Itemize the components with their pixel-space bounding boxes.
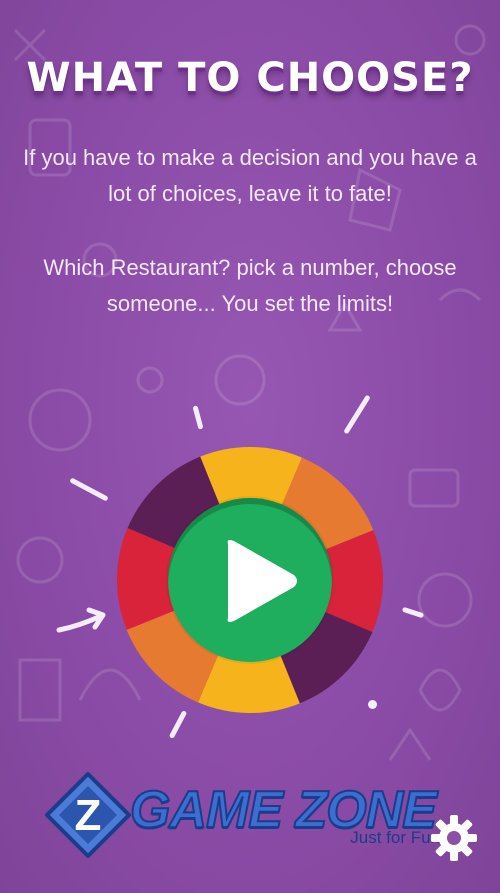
play-button[interactable]: [168, 498, 332, 662]
description-text: If you have to make a decision and you h…: [23, 145, 477, 206]
sparkle-line: [69, 477, 109, 502]
play-icon: [227, 540, 297, 622]
logo-tagline: Just for Fun: [350, 828, 440, 847]
description-example-text: Which Restaurant? pick a number, choose …: [43, 255, 457, 316]
sparkle-line: [168, 710, 188, 739]
game-screen: WHAT TO CHOOSE? If you have to make a de…: [0, 0, 500, 893]
sparkle-line: [343, 394, 371, 435]
gear-icon[interactable]: [428, 812, 480, 864]
pointer-arrow-icon: [56, 607, 106, 633]
emblem-letter: Z: [75, 791, 102, 840]
z-emblem-icon: Z: [45, 772, 131, 858]
sparkle-line: [192, 405, 204, 430]
sparkle-line: [401, 606, 425, 619]
game-zone-logo: Z GAME ZONE Just for Fun: [45, 768, 445, 868]
page-title: WHAT TO CHOOSE?: [26, 55, 474, 101]
